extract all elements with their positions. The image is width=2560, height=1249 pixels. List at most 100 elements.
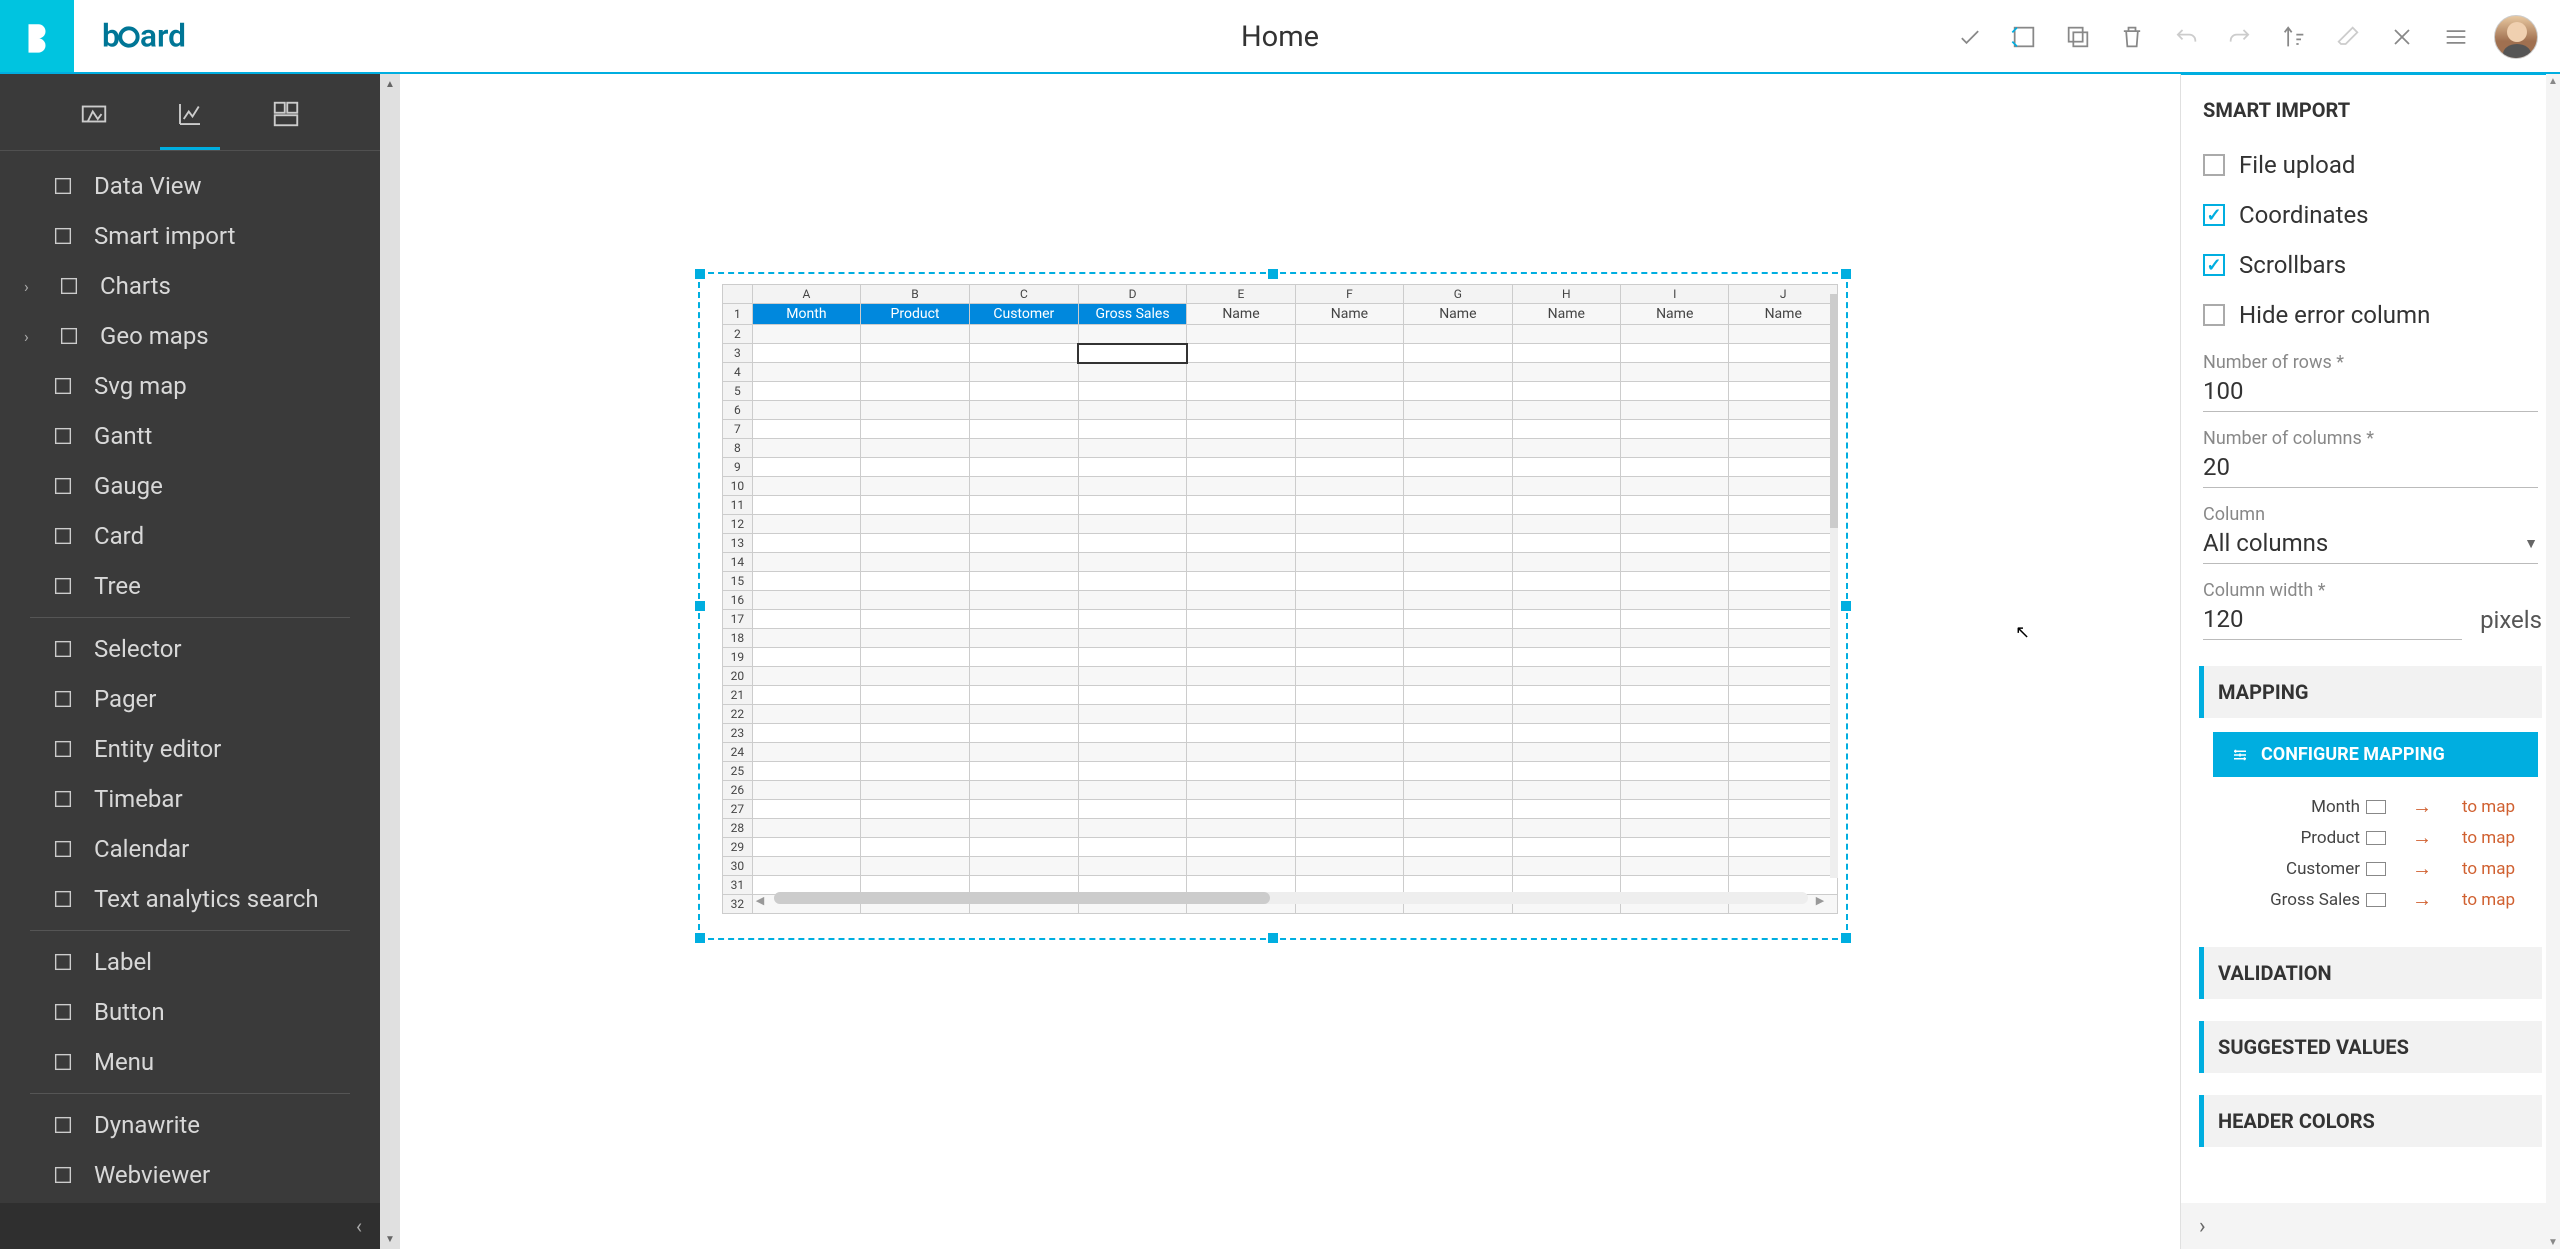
cell[interactable] xyxy=(861,401,970,420)
cell[interactable] xyxy=(1729,382,1838,401)
row-header[interactable]: 22 xyxy=(723,705,753,724)
col-header[interactable]: J xyxy=(1729,285,1838,304)
cell[interactable] xyxy=(1078,762,1186,781)
sidebar-item-webviewer[interactable]: Webviewer xyxy=(0,1150,380,1200)
row-header[interactable]: 3 xyxy=(723,344,753,363)
cell[interactable] xyxy=(969,667,1078,686)
sidebar-item-charts[interactable]: ›Charts xyxy=(0,261,380,311)
menu-icon[interactable] xyxy=(2440,21,2472,53)
cell[interactable] xyxy=(969,610,1078,629)
cell[interactable] xyxy=(861,572,970,591)
row-header[interactable]: 1 xyxy=(723,304,753,325)
cell[interactable] xyxy=(1295,705,1403,724)
cell[interactable] xyxy=(1729,629,1838,648)
cell[interactable] xyxy=(969,819,1078,838)
cell[interactable] xyxy=(1187,629,1295,648)
checkbox-coordinates[interactable]: Coordinates xyxy=(2199,190,2542,240)
cell[interactable] xyxy=(861,515,970,534)
cell[interactable] xyxy=(752,591,861,610)
cell[interactable] xyxy=(1729,686,1838,705)
row-header[interactable]: 13 xyxy=(723,534,753,553)
col-header[interactable]: F xyxy=(1295,285,1403,304)
row-header[interactable]: 18 xyxy=(723,629,753,648)
cell[interactable] xyxy=(1729,819,1838,838)
cell[interactable] xyxy=(1187,762,1295,781)
checkbox-file-upload[interactable]: File upload xyxy=(2199,140,2542,190)
cell[interactable] xyxy=(1621,705,1729,724)
row-header[interactable]: 7 xyxy=(723,420,753,439)
checkbox-scrollbars[interactable]: Scrollbars xyxy=(2199,240,2542,290)
cell[interactable] xyxy=(1404,439,1512,458)
cell[interactable] xyxy=(752,382,861,401)
cell[interactable] xyxy=(752,439,861,458)
cell[interactable] xyxy=(1187,344,1295,363)
validation-section-header[interactable]: VALIDATION xyxy=(2199,947,2542,999)
cell[interactable] xyxy=(752,325,861,344)
cell[interactable] xyxy=(861,420,970,439)
cell[interactable] xyxy=(1729,610,1838,629)
sheet-nav-left-icon[interactable]: ◀ xyxy=(752,892,768,908)
redo-icon[interactable] xyxy=(2224,21,2256,53)
cell[interactable] xyxy=(1295,325,1403,344)
cell[interactable] xyxy=(969,686,1078,705)
cell[interactable] xyxy=(1512,629,1620,648)
cell[interactable] xyxy=(1729,496,1838,515)
row-header[interactable]: 2 xyxy=(723,325,753,344)
tab-charts-icon[interactable] xyxy=(172,96,208,132)
cell[interactable] xyxy=(1404,857,1512,876)
cell[interactable] xyxy=(861,496,970,515)
cell[interactable] xyxy=(1512,705,1620,724)
cell[interactable] xyxy=(752,800,861,819)
cell[interactable] xyxy=(1078,591,1186,610)
column-select[interactable]: Column All columns▼ xyxy=(2199,492,2542,568)
sidebar-item-smart-import[interactable]: Smart import xyxy=(0,211,380,261)
coordinates-icon[interactable] xyxy=(2008,21,2040,53)
cell[interactable] xyxy=(1729,553,1838,572)
brand-icon[interactable] xyxy=(0,0,74,74)
cell[interactable] xyxy=(861,534,970,553)
row-header[interactable]: 24 xyxy=(723,743,753,762)
sidebar-item-pager[interactable]: Pager xyxy=(0,674,380,724)
cell[interactable] xyxy=(1187,686,1295,705)
row-header[interactable]: 31 xyxy=(723,876,753,895)
cell[interactable] xyxy=(1512,401,1620,420)
sidebar-item-data-view[interactable]: Data View xyxy=(0,161,380,211)
panel-scrollbar[interactable]: ▲ ▼ xyxy=(2546,74,2560,1249)
resize-handle[interactable] xyxy=(695,601,705,611)
cell[interactable] xyxy=(1404,401,1512,420)
cell[interactable] xyxy=(1512,800,1620,819)
cell[interactable] xyxy=(1512,382,1620,401)
cell[interactable] xyxy=(1187,458,1295,477)
cell[interactable] xyxy=(1404,382,1512,401)
sidebar-item-selector[interactable]: Selector xyxy=(0,624,380,674)
cell[interactable] xyxy=(1078,382,1186,401)
cell[interactable] xyxy=(752,458,861,477)
cell[interactable] xyxy=(1512,496,1620,515)
cell[interactable] xyxy=(969,515,1078,534)
cell[interactable] xyxy=(1621,819,1729,838)
cell[interactable] xyxy=(1078,515,1186,534)
cell[interactable] xyxy=(1729,743,1838,762)
cell[interactable] xyxy=(1295,382,1403,401)
column-header-cell[interactable]: Name xyxy=(1621,304,1729,325)
cell[interactable] xyxy=(1729,838,1838,857)
row-header[interactable]: 20 xyxy=(723,667,753,686)
cell[interactable] xyxy=(1621,401,1729,420)
cell[interactable] xyxy=(1512,363,1620,382)
cell[interactable] xyxy=(1295,496,1403,515)
cell[interactable] xyxy=(1621,648,1729,667)
cell[interactable] xyxy=(1729,439,1838,458)
cell[interactable] xyxy=(1187,838,1295,857)
cell[interactable] xyxy=(861,648,970,667)
cell[interactable] xyxy=(1187,363,1295,382)
cell[interactable] xyxy=(1295,724,1403,743)
cell[interactable] xyxy=(1512,477,1620,496)
row-header[interactable]: 11 xyxy=(723,496,753,515)
row-header[interactable]: 4 xyxy=(723,363,753,382)
cell[interactable] xyxy=(1295,667,1403,686)
row-header[interactable]: 17 xyxy=(723,610,753,629)
col-header[interactable]: H xyxy=(1512,285,1620,304)
cell[interactable] xyxy=(1295,762,1403,781)
cell[interactable] xyxy=(1404,705,1512,724)
cell[interactable] xyxy=(1404,458,1512,477)
